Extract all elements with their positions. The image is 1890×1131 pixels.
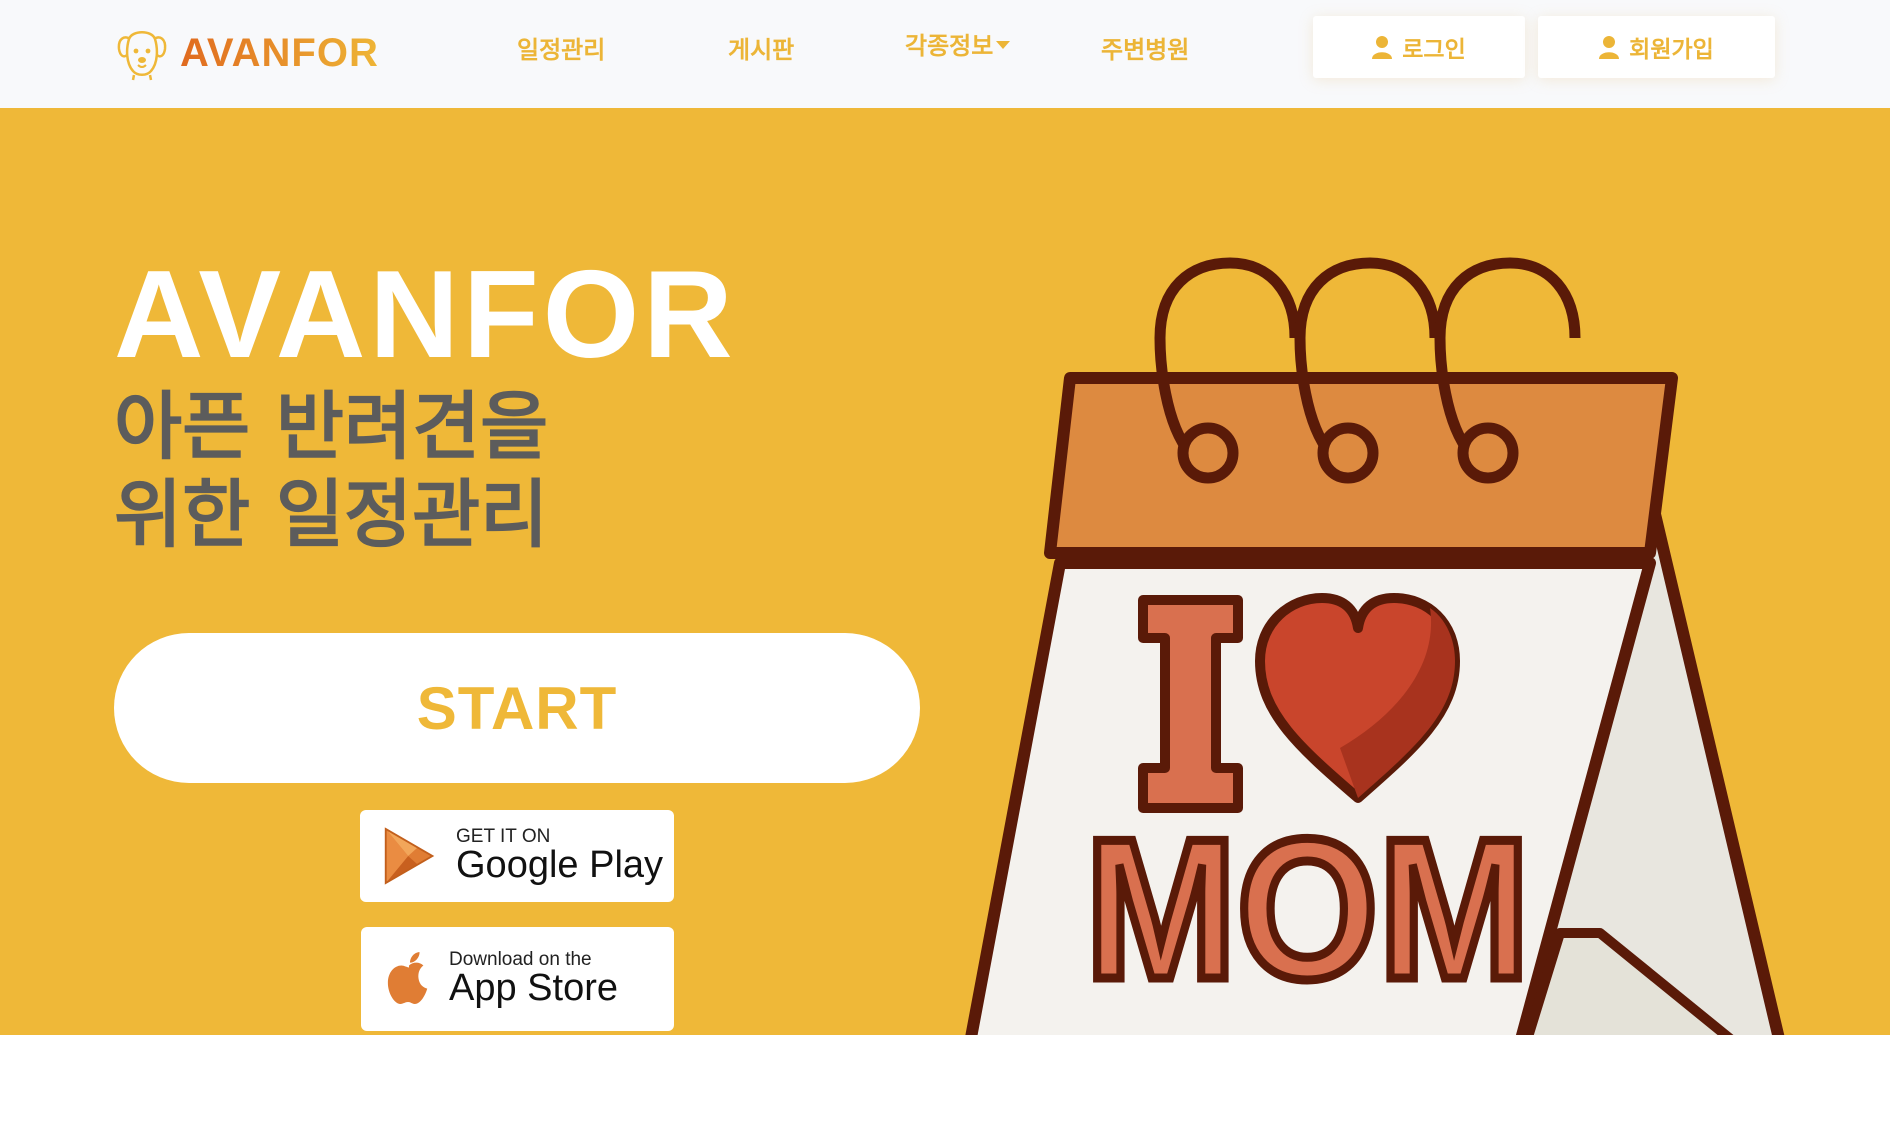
signup-label: 회원가입	[1629, 37, 1714, 63]
brand-name: AVANFOR	[180, 30, 379, 75]
start-button[interactable]: START	[114, 633, 920, 783]
google-play-badge[interactable]: GET IT ON Google Play	[360, 810, 674, 902]
app-store-small: Download on the	[449, 948, 592, 970]
login-button[interactable]: 로그인	[1313, 16, 1525, 78]
brand-logo[interactable]: AVANFOR	[114, 24, 379, 82]
nav-board[interactable]: 게시판	[728, 30, 794, 65]
hero-section: AVANFOR 아픈 반려견을 위한 일정관리 START GET IT ON …	[0, 108, 1890, 1035]
hero-title: AVANFOR	[114, 246, 737, 384]
caret-down-icon	[996, 40, 1011, 49]
login-label: 로그인	[1402, 37, 1466, 63]
app-store-badge[interactable]: Download on the App Store	[361, 927, 674, 1031]
dog-logo-icon	[117, 31, 167, 81]
google-play-big: Google Play	[456, 843, 664, 886]
hero-subtitle: 아픈 반려견을 위한 일정관리	[114, 384, 549, 558]
apple-icon	[387, 952, 428, 1004]
nav-info-dropdown[interactable]: 각종정보	[905, 26, 1011, 61]
navbar: AVANFOR 일정관리 게시판 각종정보 주변병원 로그인 회원가입	[0, 0, 1890, 108]
google-play-small: GET IT ON	[456, 825, 551, 847]
user-icon	[1599, 36, 1620, 59]
user-icon	[1372, 36, 1393, 59]
calendar-illustration: I MOM	[960, 243, 1785, 1035]
calendar-ring-holes	[1177, 422, 1519, 484]
nav-schedule[interactable]: 일정관리	[517, 30, 605, 65]
calendar-mom-text: MOM	[1085, 798, 1530, 1021]
signup-button[interactable]: 회원가입	[1538, 16, 1775, 78]
nav-info-label: 각종정보	[905, 32, 994, 60]
google-play-icon	[384, 827, 435, 885]
app-store-big: App Store	[449, 966, 618, 1009]
calendar-letter-i-text: I	[960, 243, 961, 244]
nav-nearby-hospitals[interactable]: 주변병원	[1101, 30, 1189, 65]
